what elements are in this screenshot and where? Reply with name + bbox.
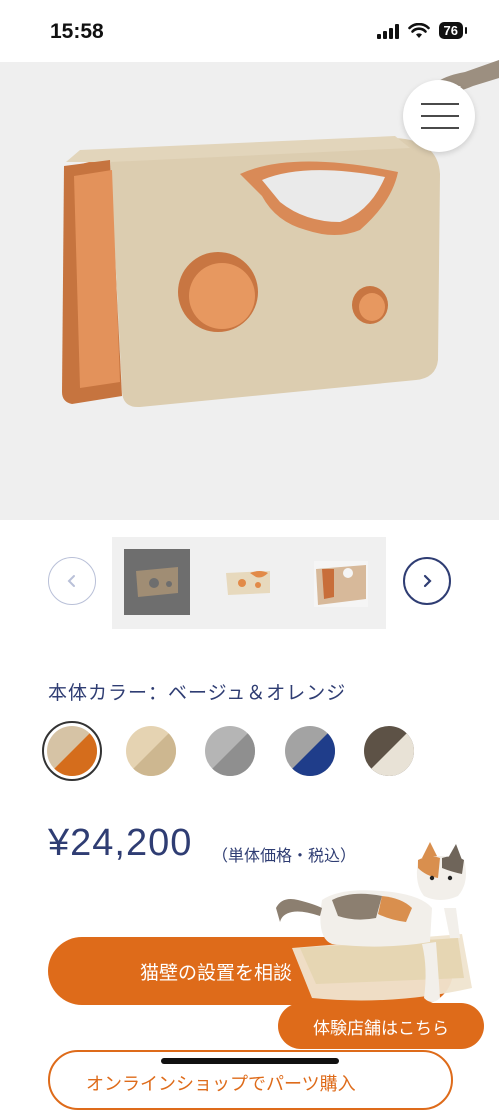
- swatch-fill: [285, 726, 335, 776]
- thumbnail-image: [136, 567, 178, 597]
- status-bar: 15:58 76: [0, 0, 499, 62]
- price: ¥24,200: [48, 822, 193, 864]
- signal-icon: [376, 23, 399, 39]
- swatch-fill: [47, 726, 97, 776]
- consult-button-label: 猫壁の設置を相談: [140, 961, 293, 984]
- gallery-thumbnails: [112, 537, 386, 629]
- swatch-brown-cream[interactable]: [364, 726, 414, 776]
- color-label: 本体カラー：ベージュ＆オレンジ: [48, 682, 347, 704]
- cat-on-shelf-sticker: [276, 842, 472, 1002]
- experience-store-button[interactable]: 体験店舗はこちら: [278, 1003, 484, 1049]
- gallery-next-button[interactable]: [403, 557, 451, 605]
- hamburger-icon: [421, 103, 459, 105]
- swatch-beige-orange[interactable]: [47, 726, 97, 776]
- swatch-gray-navy[interactable]: [285, 726, 335, 776]
- chevron-left-icon: [67, 575, 75, 587]
- status-icons: 76: [376, 22, 468, 39]
- swatch-fill: [126, 726, 176, 776]
- thumbnail-image: [314, 561, 368, 607]
- thumbnail-1[interactable]: [124, 549, 190, 615]
- menu-button[interactable]: [403, 80, 475, 152]
- swatch-gray[interactable]: [205, 726, 255, 776]
- wifi-icon: [407, 22, 430, 38]
- thumbnail-image: [226, 571, 270, 595]
- gallery-prev-button[interactable]: [48, 557, 96, 605]
- battery-indicator: 76: [438, 22, 468, 39]
- swatch-beige[interactable]: [126, 726, 176, 776]
- store-button-label: 体験店舗はこちら: [313, 1018, 449, 1039]
- swatch-fill: [364, 726, 414, 776]
- thumbnail-2[interactable]: [216, 549, 282, 615]
- online-shop-label: オンラインショップでパーツ購入: [86, 1074, 356, 1095]
- status-time: 15:58: [50, 20, 104, 43]
- swatch-fill: [205, 726, 255, 776]
- home-indicator: [161, 1058, 339, 1064]
- thumbnail-3[interactable]: [308, 549, 374, 615]
- chevron-right-icon: [423, 574, 432, 588]
